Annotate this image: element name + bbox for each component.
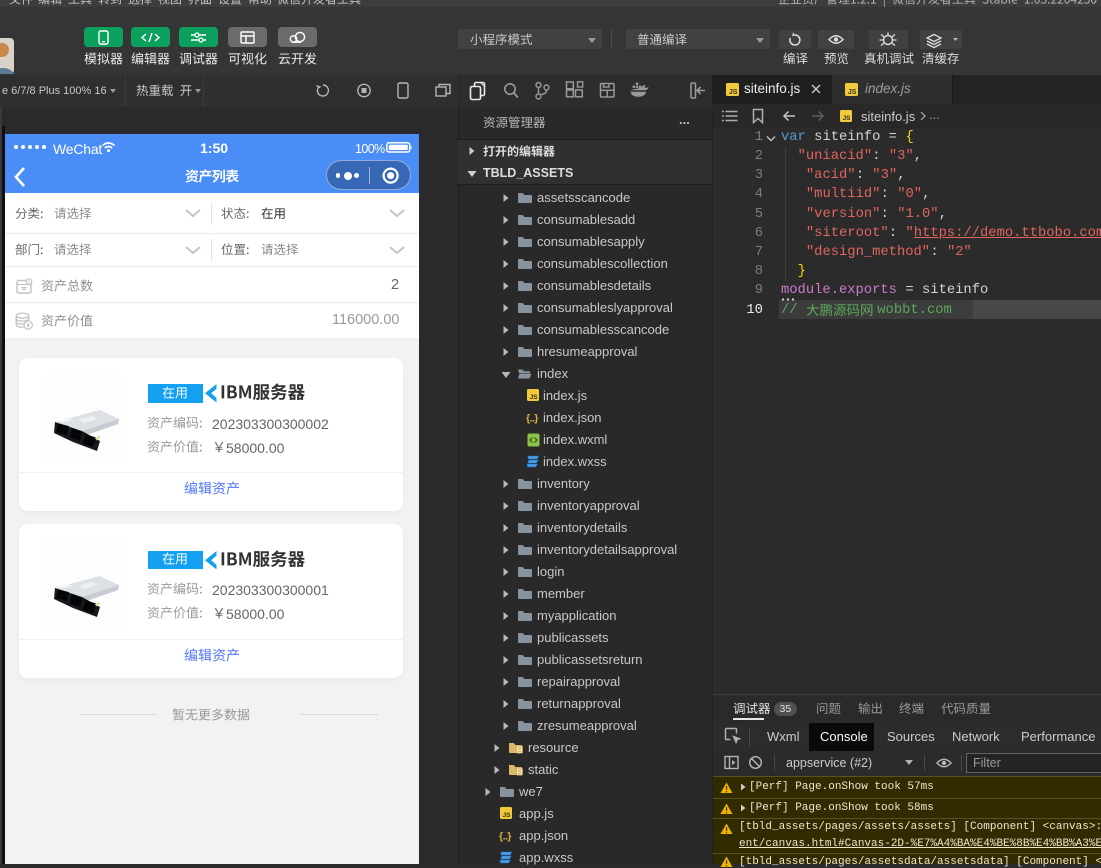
svg-text:JS: JS <box>848 89 857 96</box>
svg-text:JS: JS <box>729 89 738 96</box>
svg-text:JS: JS <box>843 115 852 122</box>
svg-text:{..}: {..} <box>499 830 511 842</box>
svg-text:JS: JS <box>530 394 539 401</box>
svg-text:{..}: {..} <box>526 412 538 424</box>
svg-text:JS: JS <box>503 812 512 819</box>
